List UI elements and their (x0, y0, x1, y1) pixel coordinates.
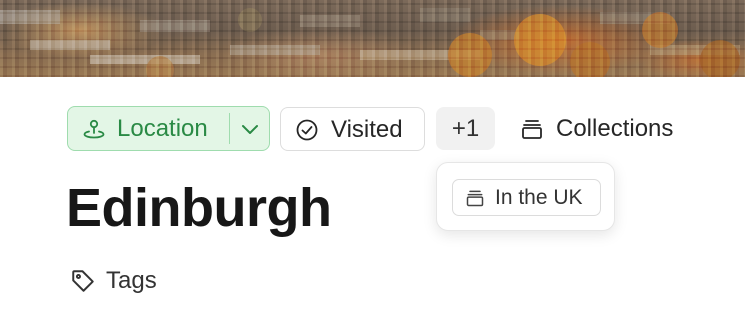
visited-property-chip[interactable]: Visited (280, 107, 425, 151)
tags-label: Tags (106, 267, 157, 294)
collections-label: Collections (556, 115, 674, 142)
more-count-label: +1 (451, 114, 480, 142)
collections-popover: In the UK (436, 162, 615, 231)
collections-property[interactable]: Collections (520, 114, 673, 144)
location-chip-divider (229, 113, 230, 144)
tag-icon (72, 270, 94, 292)
collection-pill[interactable]: In the UK (452, 179, 601, 216)
map-pin-icon (83, 119, 105, 139)
more-collections-button[interactable]: +1 (436, 107, 495, 150)
chevron-down-icon[interactable] (238, 117, 262, 141)
location-label: Location (117, 115, 208, 142)
collection-stack-icon (466, 190, 484, 206)
collection-stack-icon (522, 120, 542, 139)
tags-property[interactable]: Tags (70, 265, 157, 297)
visited-label: Visited (331, 116, 403, 143)
location-property-chip[interactable]: Location (67, 106, 270, 151)
check-circle-icon (296, 119, 318, 141)
page-title[interactable]: Edinburgh (66, 174, 332, 242)
collection-pill-label: In the UK (495, 185, 583, 209)
cover-image (0, 0, 745, 77)
